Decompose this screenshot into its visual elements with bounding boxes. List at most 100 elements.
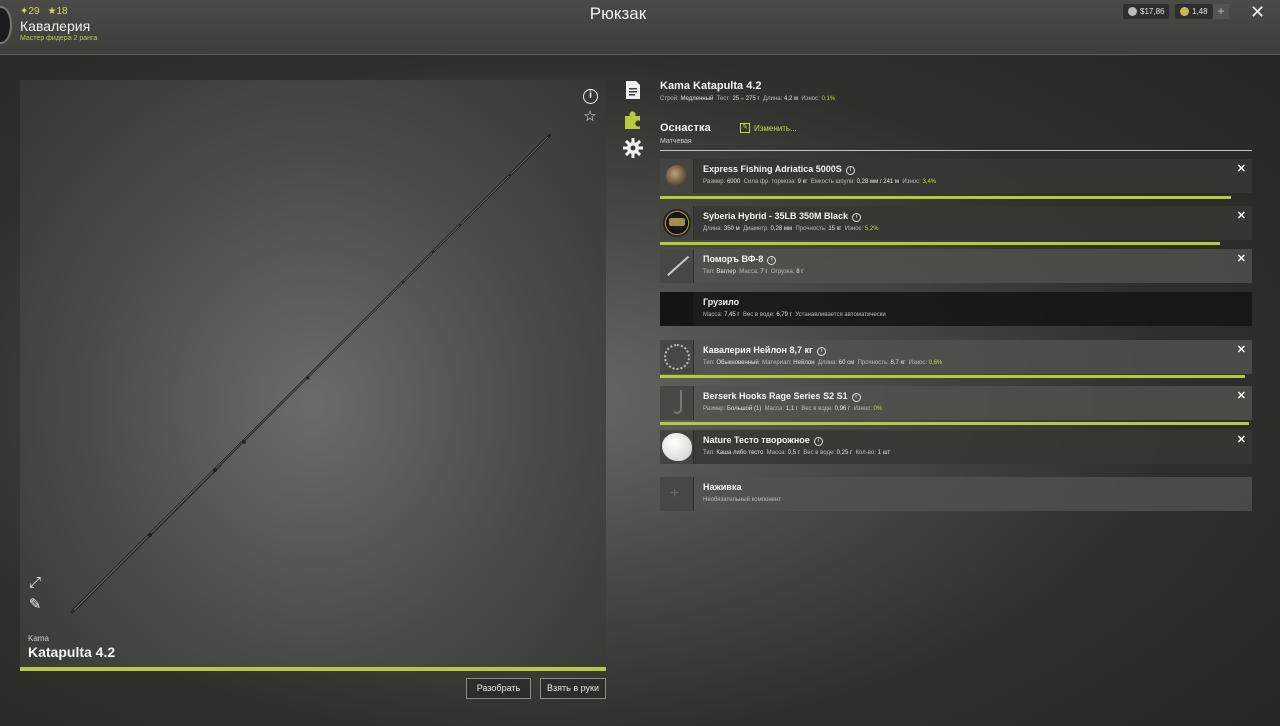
slot-name: Наживка bbox=[703, 482, 741, 492]
favorite-star-icon[interactable]: ☆ bbox=[581, 108, 599, 126]
tackle-slot[interactable]: Express Fishing Adriatica 5000S i Размер: … bbox=[660, 159, 1252, 193]
slot-name-text: Express Fishing Adriatica 5000S bbox=[703, 164, 842, 174]
spec-label: Тип: bbox=[703, 360, 715, 366]
spec-label: Кол-во: bbox=[855, 450, 876, 456]
condition-bar bbox=[660, 196, 1231, 199]
tackle-slot[interactable]: Кавалерия Нейлон 8,7 кг i Тип: Обыкновенны… bbox=[660, 340, 1252, 374]
rod-preview[interactable]: i ☆ ⤢ ✎ Kama Katapulta 4.2 bbox=[20, 80, 606, 670]
top-bar: 29 18 Кавалерия Мастер фидера 2 ранга Рю… bbox=[0, 0, 1280, 55]
slot-name-text: Наживка bbox=[703, 482, 742, 492]
info-icon[interactable]: i bbox=[852, 213, 862, 222]
spec-value: 25 – 275 г bbox=[732, 96, 760, 102]
page-title: Рюкзак bbox=[589, 4, 647, 23]
tackle-slot[interactable]: Berserk Hooks Rage Series S2 S1 i Размер: … bbox=[660, 386, 1252, 420]
item-title: Kama Katapulta 4.2 bbox=[660, 80, 762, 92]
slot-specs: Необязательный компонент bbox=[703, 497, 784, 503]
slot-specs: Размер: 6000 Сила фр. тормоза: 9 кг Емко… bbox=[703, 179, 940, 185]
add-bait-icon: + bbox=[670, 485, 680, 502]
remove-icon[interactable]: ✕ bbox=[1237, 433, 1246, 446]
spec-label: Материал: bbox=[762, 360, 792, 366]
bait-image bbox=[662, 433, 692, 461]
spec-label: Масса: bbox=[764, 406, 784, 412]
spec-value: 0,28 мм / 241 м bbox=[856, 179, 900, 185]
silver-balance: $17,86 bbox=[1123, 4, 1170, 19]
spec-value: 0,6% bbox=[928, 360, 943, 366]
tackle-slot[interactable]: Syberia Hybrid - 35LB 350M Black i Длина: … bbox=[660, 206, 1252, 240]
condition-bar bbox=[660, 422, 1249, 425]
slot-thumbnail bbox=[660, 159, 694, 193]
fullscreen-icon[interactable]: ⤢ bbox=[26, 574, 44, 592]
remove-icon[interactable]: ✕ bbox=[1237, 389, 1246, 402]
spec-value: 5,2% bbox=[864, 226, 879, 232]
spec-value: Нейлон bbox=[793, 360, 815, 366]
remove-icon[interactable]: ✕ bbox=[1237, 209, 1246, 222]
take-in-hands-button[interactable]: Взять в руки bbox=[540, 678, 606, 699]
spec-value: 7 г bbox=[760, 269, 768, 275]
slot-name: Nature Тесто творожное i bbox=[703, 435, 823, 446]
gold-balance: 1,48 bbox=[1175, 4, 1213, 19]
puzzle-icon[interactable] bbox=[622, 109, 644, 131]
spec-label: Емкость шпули: bbox=[810, 179, 855, 185]
rod-name: Katapulta 4.2 bbox=[28, 644, 116, 660]
spec-value: 8 г bbox=[796, 269, 804, 275]
slot-thumbnail bbox=[660, 430, 694, 464]
slot-name: Грузило bbox=[703, 297, 739, 307]
info-icon[interactable]: i bbox=[816, 347, 826, 356]
spec-label: Масса: bbox=[739, 269, 759, 275]
slot-thumbnail bbox=[660, 340, 694, 374]
silver-amount: $17,86 bbox=[1140, 7, 1165, 16]
spec-label: Тип: bbox=[703, 269, 715, 275]
tackle-slot[interactable]: Грузило Масса: 7,45 г Вес в воде: 6,79 г … bbox=[660, 292, 1252, 326]
slot-specs: Тип: Обыкновенный Материал: Нейлон Длина… bbox=[703, 360, 946, 366]
rod-brand: Kama bbox=[28, 634, 49, 643]
info-icon[interactable]: i bbox=[767, 256, 777, 265]
slot-thumbnail: + bbox=[660, 477, 694, 511]
spec-label: Масса: bbox=[703, 312, 723, 318]
spec-value: 6000 bbox=[726, 179, 741, 185]
spec-value: 8,7 кг bbox=[890, 360, 906, 366]
gear-icon[interactable] bbox=[622, 137, 644, 159]
change-rig-label: Изменить... bbox=[754, 123, 797, 133]
spec-label: Прочность: bbox=[857, 360, 889, 366]
spec-label: Прочность: bbox=[795, 226, 827, 232]
disassemble-button[interactable]: Разобрать bbox=[466, 678, 531, 699]
tackle-slot[interactable]: Поморъ ВФ-8 i Тип: Ваглер Масса: 7 г Огруз… bbox=[660, 249, 1252, 283]
spec-label: Тест: bbox=[716, 96, 731, 102]
slot-name: Berserk Hooks Rage Series S2 S1 i bbox=[703, 391, 861, 402]
leader-image bbox=[664, 344, 690, 370]
add-funds-button[interactable]: + bbox=[1213, 4, 1229, 19]
remove-icon[interactable]: ✕ bbox=[1237, 252, 1246, 265]
float-image bbox=[667, 255, 689, 276]
info-icon[interactable]: i bbox=[813, 437, 823, 446]
spec-label: Износ: bbox=[902, 179, 921, 185]
slot-thumbnail bbox=[660, 292, 694, 326]
slot-name-text: Nature Тесто творожное bbox=[703, 435, 810, 445]
spec-value: Большой (1) bbox=[726, 406, 762, 412]
tackle-slot[interactable]: Nature Тесто творожное i Тип: Каша либо те… bbox=[660, 430, 1252, 464]
info-icon[interactable]: i bbox=[845, 166, 855, 175]
paint-brush-icon[interactable]: ✎ bbox=[26, 596, 44, 614]
info-icon[interactable]: i bbox=[851, 393, 861, 402]
document-icon[interactable] bbox=[622, 79, 644, 101]
remove-icon[interactable]: ✕ bbox=[1237, 162, 1246, 175]
rod-image bbox=[70, 133, 552, 614]
spec-value: Устанавливается автоматически bbox=[795, 312, 886, 318]
condition-bar bbox=[660, 242, 1220, 245]
spec-value: Обыкновенный bbox=[716, 360, 759, 366]
change-rig-button[interactable]: ✎ Изменить... bbox=[740, 123, 797, 133]
gold-amount: 1,48 bbox=[1192, 7, 1208, 16]
spec-label: Длина: bbox=[763, 96, 783, 102]
remove-icon[interactable]: ✕ bbox=[1237, 343, 1246, 356]
hook-image bbox=[672, 390, 682, 414]
spec-value: Каша либо тесто bbox=[716, 450, 764, 456]
info-icon[interactable]: i bbox=[583, 89, 598, 104]
spec-label: Длина: bbox=[817, 360, 838, 366]
spec-value: 0,1% bbox=[821, 96, 836, 102]
spec-label: Длина: bbox=[703, 226, 723, 232]
close-icon[interactable]: ✕ bbox=[1250, 2, 1265, 22]
spec-value: 0,5 г bbox=[787, 450, 800, 456]
silver-coin-icon bbox=[1128, 7, 1137, 16]
slot-name: Syberia Hybrid - 35LB 350M Black i bbox=[703, 211, 862, 222]
slot-specs: Тип: Каша либо тесто Масса: 0,5 г Вес в … bbox=[703, 450, 893, 456]
tackle-slot[interactable]: + Наживка Необязательный компонент bbox=[660, 477, 1252, 511]
